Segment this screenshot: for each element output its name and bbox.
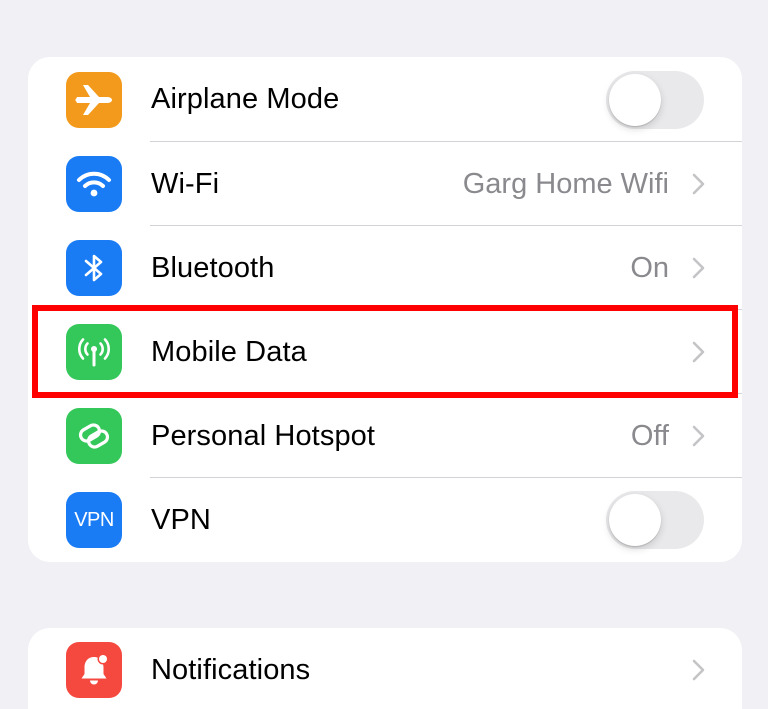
chevron-right-icon [692,659,705,681]
toggle-knob [609,73,661,126]
personal-hotspot-row[interactable]: Personal Hotspot Off [28,394,742,478]
bluetooth-label: Bluetooth [151,251,275,284]
chevron-right-icon [692,425,705,447]
bluetooth-status-value: On [630,251,669,284]
chevron-right-icon [692,173,705,195]
vpn-label: VPN [151,503,211,536]
airplane-mode-row[interactable]: Airplane Mode [28,57,742,142]
chevron-right-icon [692,257,705,279]
personal-hotspot-status-value: Off [630,419,669,452]
notifications-label: Notifications [151,653,311,686]
wifi-icon [66,156,122,212]
bluetooth-icon [66,240,122,296]
airplane-mode-label: Airplane Mode [151,83,340,115]
vpn-icon: VPN [66,492,122,548]
mobile-data-label: Mobile Data [151,335,307,368]
airplane-mode-toggle[interactable] [606,70,704,129]
vpn-toggle[interactable] [606,491,704,549]
notifications-row[interactable]: Notifications [28,628,742,709]
vpn-icon-text: VPN [74,508,114,531]
notifications-icon [66,642,122,698]
bluetooth-row[interactable]: Bluetooth On [28,226,742,310]
hotspot-icon [66,408,122,464]
wifi-row[interactable]: Wi-Fi Garg Home Wifi [28,142,742,226]
vpn-row[interactable]: VPN VPN [28,478,742,562]
wifi-label: Wi-Fi [151,167,220,200]
chevron-right-icon [692,341,705,363]
settings-screen: Airplane Mode Wi-Fi Garg Home Wifi Bluet… [0,0,768,709]
wifi-network-value: Garg Home Wifi [462,167,669,200]
connectivity-group: Airplane Mode Wi-Fi Garg Home Wifi Bluet… [28,57,742,562]
general-group: Notifications [28,628,742,709]
antenna-icon [66,324,122,380]
toggle-knob [609,494,661,546]
personal-hotspot-label: Personal Hotspot [151,419,376,452]
mobile-data-row[interactable]: Mobile Data [28,310,742,394]
airplane-icon [66,71,122,128]
